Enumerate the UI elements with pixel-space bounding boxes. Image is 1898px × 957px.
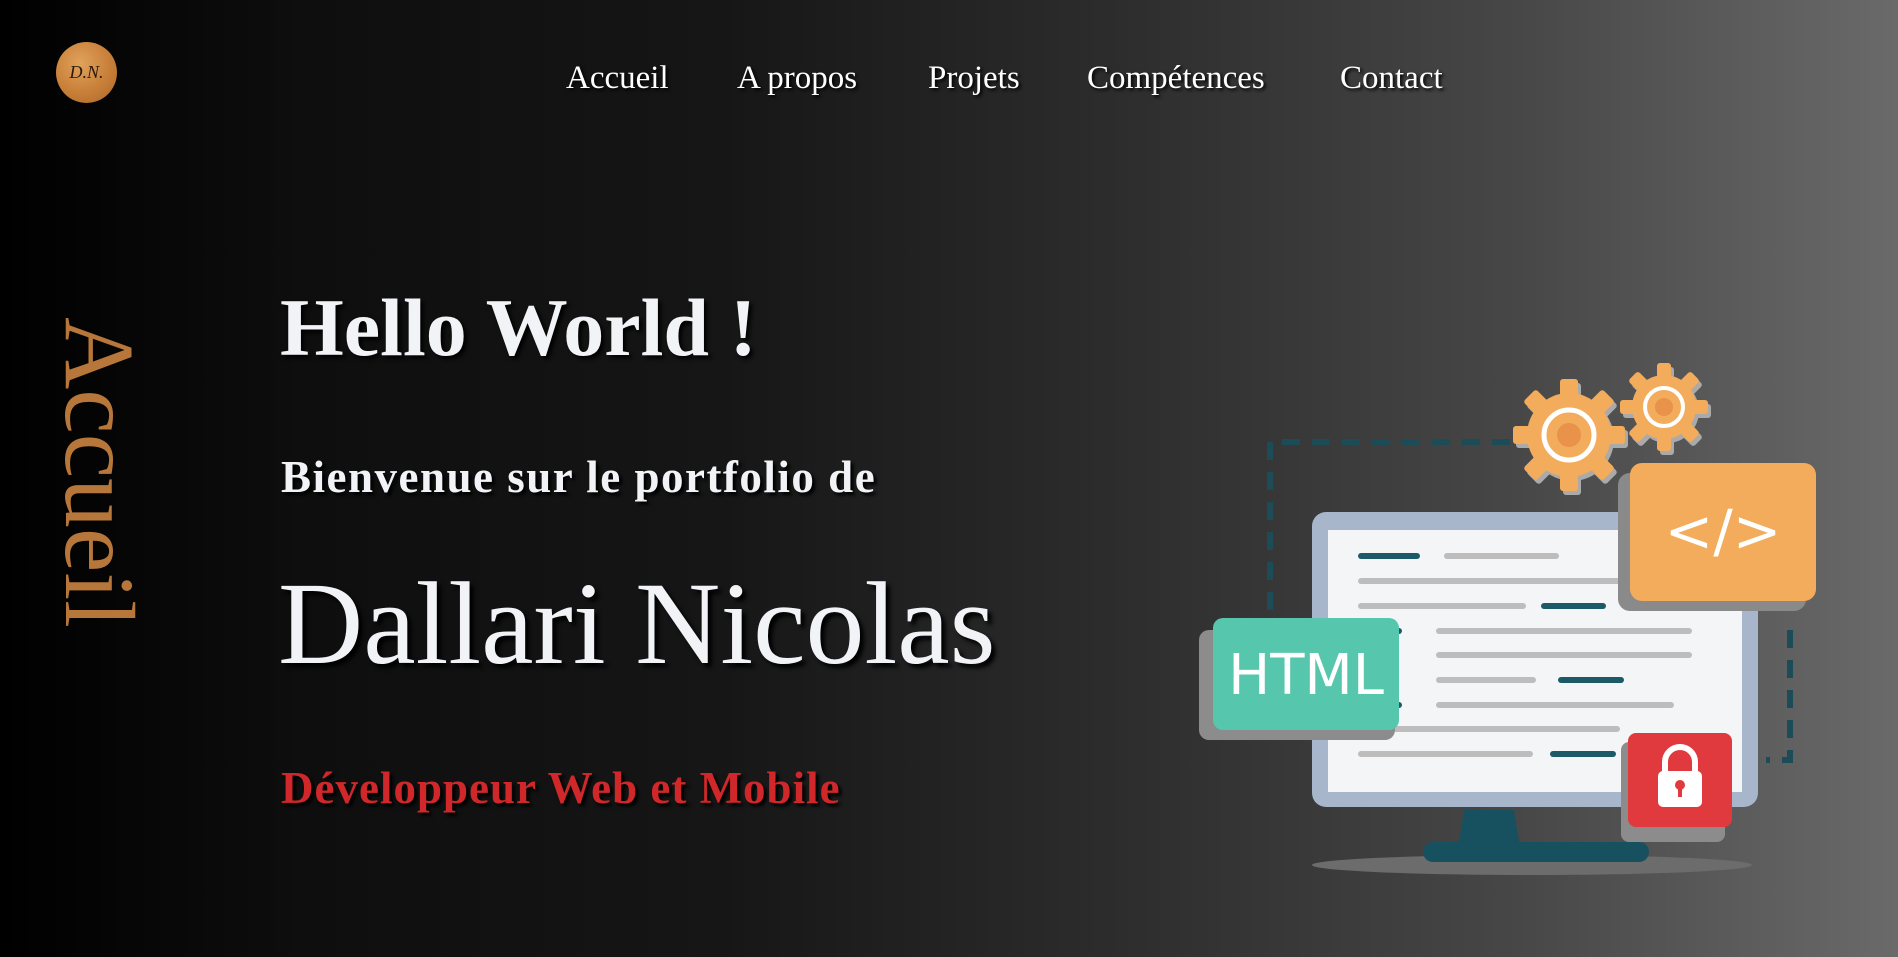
html-badge-text: HTML [1228,643,1384,708]
hero-name: Dallari Nicolas [278,558,996,689]
hero-illustration: </> HTML [1199,363,1816,875]
code-icon: </> [1618,463,1816,611]
lock-icon [1621,733,1732,842]
section-side-title: Accueil [44,317,155,628]
main-nav: Accueil A propos Projets Compétences Con… [0,60,1898,104]
html-badge: HTML [1199,618,1399,740]
nav-link-contact[interactable]: Contact [1340,60,1443,97]
gear-icon [1620,363,1711,455]
hero-welcome-text: Bienvenue sur le portfolio de [281,452,877,502]
nav-link-accueil[interactable]: Accueil [566,60,669,97]
nav-link-projets[interactable]: Projets [928,60,1020,97]
nav-link-a-propos[interactable]: A propos [737,60,857,97]
nav-link-competences[interactable]: Compétences [1087,60,1265,97]
hero-role: Développeur Web et Mobile [281,763,841,813]
hero-greeting: Hello World ! [280,282,757,373]
code-badge-text: </> [1665,497,1782,565]
